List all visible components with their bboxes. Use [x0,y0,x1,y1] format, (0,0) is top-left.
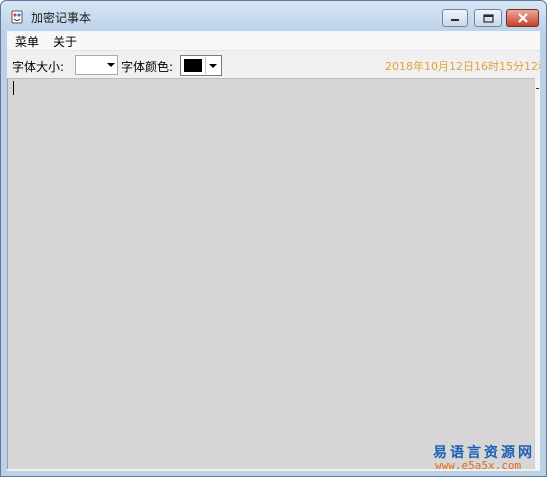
font-color-label: 字体颜色: [121,60,174,74]
notepad-app-icon [11,10,23,24]
font-size-dropdown[interactable] [75,55,118,75]
chevron-down-icon[interactable] [107,63,115,67]
dropdown-divider [205,57,206,74]
color-swatch [184,59,202,72]
text-caret [13,81,14,95]
maximize-button[interactable] [474,9,502,27]
window-title: 加密记事本 [31,11,92,25]
client-area: 菜单 关于 字体大小: 字体颜色: 2018年10月12日16时15分12秒 [7,31,540,471]
toolbar: 字体大小: 字体颜色: 2018年10月12日16时15分12秒 [7,52,540,79]
chevron-down-icon[interactable] [209,64,217,68]
maximize-icon [482,13,494,23]
timestamp-display: 2018年10月12日16时15分12秒 [385,60,540,73]
close-button[interactable] [506,9,539,27]
scroll-marker [536,88,539,89]
close-icon [517,13,528,23]
menu-bar: 菜单 关于 [7,31,540,51]
font-color-dropdown[interactable] [180,55,222,76]
menu-item-about[interactable]: 关于 [50,33,80,50]
menu-item-menu[interactable]: 菜单 [12,33,42,50]
font-size-label: 字体大小: [12,60,65,74]
watermark-url: www.e5a5x.com [435,459,522,472]
title-bar[interactable]: 加密记事本 [1,1,546,31]
minimize-button[interactable] [442,9,468,27]
minimize-icon [451,19,459,21]
vertical-scrollbar[interactable] [534,78,540,469]
app-window: 加密记事本 菜单 关于 字体大小: 字体颜色: 2018年10月12日16时15… [0,0,547,477]
text-editor[interactable] [7,78,534,469]
